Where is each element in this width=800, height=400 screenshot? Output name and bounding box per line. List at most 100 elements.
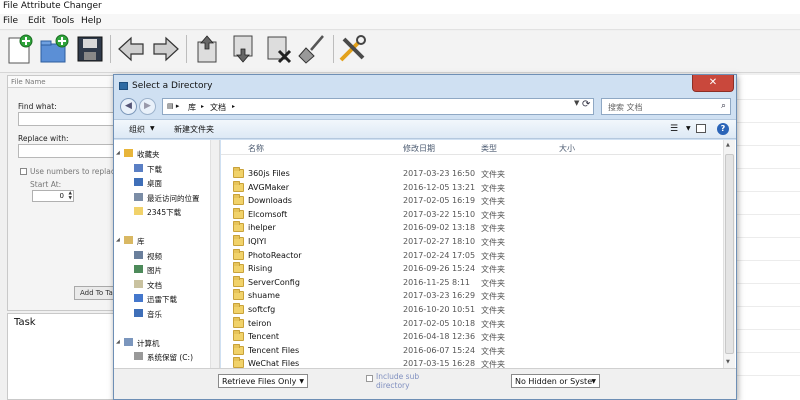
save-icon[interactable] [74, 33, 106, 65]
video-library-icon [134, 250, 143, 259]
expand-arrow-icon[interactable]: ◢ [116, 339, 120, 345]
breadcrumb-documents[interactable]: 文档 [210, 102, 226, 113]
column-size[interactable]: 大小 [559, 143, 575, 154]
folder-icon [233, 262, 244, 274]
scroll-thumb[interactable] [725, 154, 734, 354]
file-name: WeChat Files [248, 359, 300, 368]
include-subdirectory-checkbox[interactable] [366, 375, 373, 382]
file-modified-date: 2016-10-20 10:51 [403, 305, 476, 314]
nav-item[interactable]: 桌面 [114, 176, 208, 189]
chevron-down-icon[interactable]: ▼ [150, 125, 155, 132]
menu-tools[interactable]: Tools [52, 16, 74, 26]
breadcrumb-separator-icon[interactable]: ▸ [201, 103, 204, 110]
address-bar[interactable]: ▤ ▸ 库 ▸ 文档 ▸ [162, 98, 594, 115]
search-icon[interactable]: ⌕ [721, 101, 726, 111]
expand-arrow-icon[interactable]: ◢ [116, 150, 120, 156]
start-at-spinner[interactable]: 0 ▲ ▼ [32, 190, 74, 202]
new-folder-button[interactable]: 新建文件夹 [174, 124, 214, 135]
expand-arrow-icon[interactable]: ◢ [116, 237, 120, 243]
dialog-title: Select a Directory [132, 81, 213, 91]
nav-item[interactable]: 图片 [114, 263, 208, 276]
delete-icon[interactable] [262, 33, 294, 65]
close-button[interactable]: ✕ [692, 75, 734, 92]
view-options-icon[interactable]: ☰ [670, 124, 678, 134]
computer-icon [124, 337, 133, 346]
file-row[interactable]: teiron 2017-02-05 10:18 文件夹 [221, 316, 721, 331]
broom-icon[interactable] [297, 33, 329, 65]
tools-icon[interactable] [336, 33, 368, 65]
file-row[interactable]: shuame 2017-03-23 16:29 文件夹 [221, 289, 721, 303]
address-dropdown-icon[interactable]: ▼ [574, 99, 579, 107]
nav-item[interactable]: 下载 [114, 162, 208, 175]
file-list-scrollbar[interactable]: ▲ ▼ [723, 140, 735, 368]
menu-file[interactable]: File [3, 16, 18, 26]
file-type: 文件夹 [481, 278, 505, 288]
scroll-down-icon[interactable]: ▼ [726, 359, 730, 365]
column-name[interactable]: 名称 [248, 143, 264, 154]
forward-icon[interactable]: ▶ [139, 98, 156, 115]
refresh-icon[interactable]: ⟳ [582, 99, 590, 110]
file-row[interactable]: Downloads 2017-02-05 16:19 文件夹 [221, 194, 721, 208]
nav-item[interactable]: 视频 [114, 249, 208, 262]
file-row[interactable]: softcfg 2016-10-20 10:51 文件夹 [221, 303, 721, 317]
retrieve-files-select[interactable]: Retrieve Files Only ▼ [218, 374, 308, 388]
nav-item[interactable]: ◢ 收藏夹 [114, 147, 208, 160]
organize-button[interactable]: 组织 [129, 124, 145, 135]
file-row[interactable]: Tencent 2016-04-18 12:36 文件夹 [221, 330, 721, 344]
breadcrumb-separator-icon[interactable]: ▸ [232, 103, 235, 110]
new-folder-icon[interactable] [38, 33, 70, 65]
scroll-up-icon[interactable]: ▲ [726, 142, 730, 148]
file-row[interactable]: ServerConfig 2016-11-25 8:11 文件夹 [221, 275, 721, 290]
preview-pane-icon[interactable] [696, 124, 706, 133]
nav-item-label: 收藏夹 [137, 150, 160, 159]
file-row[interactable]: AVGMaker 2016-12-05 13:21 文件夹 [221, 180, 721, 195]
nav-item[interactable]: 系统保留 (C:) [114, 350, 208, 363]
file-name: Tencent [248, 332, 280, 342]
file-row[interactable]: Elcomsoft 2017-03-22 15:10 文件夹 [221, 207, 721, 222]
menu-edit[interactable]: Edit [28, 16, 45, 26]
nav-item[interactable]: 迅雷下载 [114, 292, 208, 305]
file-grid [735, 75, 800, 400]
find-input[interactable] [18, 112, 118, 126]
nav-item-label: 文档 [147, 280, 162, 290]
search-input[interactable]: 搜索 文档 ⌕ [601, 98, 731, 115]
dialog-toolbar: 组织 ▼ 新建文件夹 ☰ ▼ ? [114, 119, 736, 139]
nav-item[interactable]: 最近访问的位置 [114, 191, 208, 204]
nav-item[interactable]: ◢ 库 [114, 234, 208, 247]
chevron-down-icon[interactable]: ▼ [686, 125, 691, 132]
file-row[interactable]: WeChat Files 2017-03-15 16:28 文件夹 [221, 357, 721, 368]
hidden-files-select[interactable]: No Hidden or Syste ▼ [511, 374, 600, 388]
column-type[interactable]: 类型 [481, 143, 497, 154]
move-down-icon[interactable] [227, 33, 259, 65]
file-name: ihelper [248, 223, 276, 233]
breadcrumb-library[interactable]: 库 [188, 102, 196, 113]
file-row[interactable]: 360js Files 2017-03-23 16:50 文件夹 [221, 167, 721, 181]
nav-item[interactable]: 2345下载 [114, 205, 208, 218]
file-row[interactable]: Tencent Files 2016-06-07 15:24 文件夹 [221, 343, 721, 358]
file-type: 文件夹 [481, 346, 505, 356]
help-icon[interactable]: ? [717, 123, 729, 135]
nav-item[interactable]: ◢ 计算机 [114, 336, 208, 349]
nav-item[interactable]: 文档 [114, 278, 208, 291]
forward-arrow-icon[interactable] [150, 33, 182, 65]
file-row[interactable]: PhotoReactor 2017-02-24 17:05 文件夹 [221, 248, 721, 263]
replace-input[interactable] [18, 144, 118, 158]
library-icon: ▤ ▸ [167, 102, 180, 110]
back-icon[interactable]: ◀ [120, 98, 137, 115]
new-document-icon[interactable] [4, 33, 36, 65]
file-modified-date: 2016-12-05 13:21 [403, 182, 476, 192]
menu-help[interactable]: Help [81, 16, 102, 26]
back-arrow-icon[interactable] [115, 33, 147, 65]
nav-item[interactable]: 音乐 [114, 307, 208, 320]
column-modified[interactable]: 修改日期 [403, 143, 435, 154]
file-row[interactable]: Rising 2016-09-26 15:24 文件夹 [221, 262, 721, 276]
folder-icon [233, 343, 244, 355]
nav-scrollbar[interactable] [210, 140, 219, 368]
spinner-arrows-icon[interactable]: ▲ ▼ [69, 191, 72, 201]
move-up-icon[interactable] [191, 33, 223, 65]
file-row[interactable]: IQIYI 2017-02-27 18:10 文件夹 [221, 235, 721, 249]
file-name: AVGMaker [248, 182, 289, 192]
use-numbers-checkbox[interactable] [20, 168, 27, 175]
nav-item-label: 迅雷下载 [147, 295, 177, 304]
file-row[interactable]: ihelper 2016-09-02 13:18 文件夹 [221, 221, 721, 235]
